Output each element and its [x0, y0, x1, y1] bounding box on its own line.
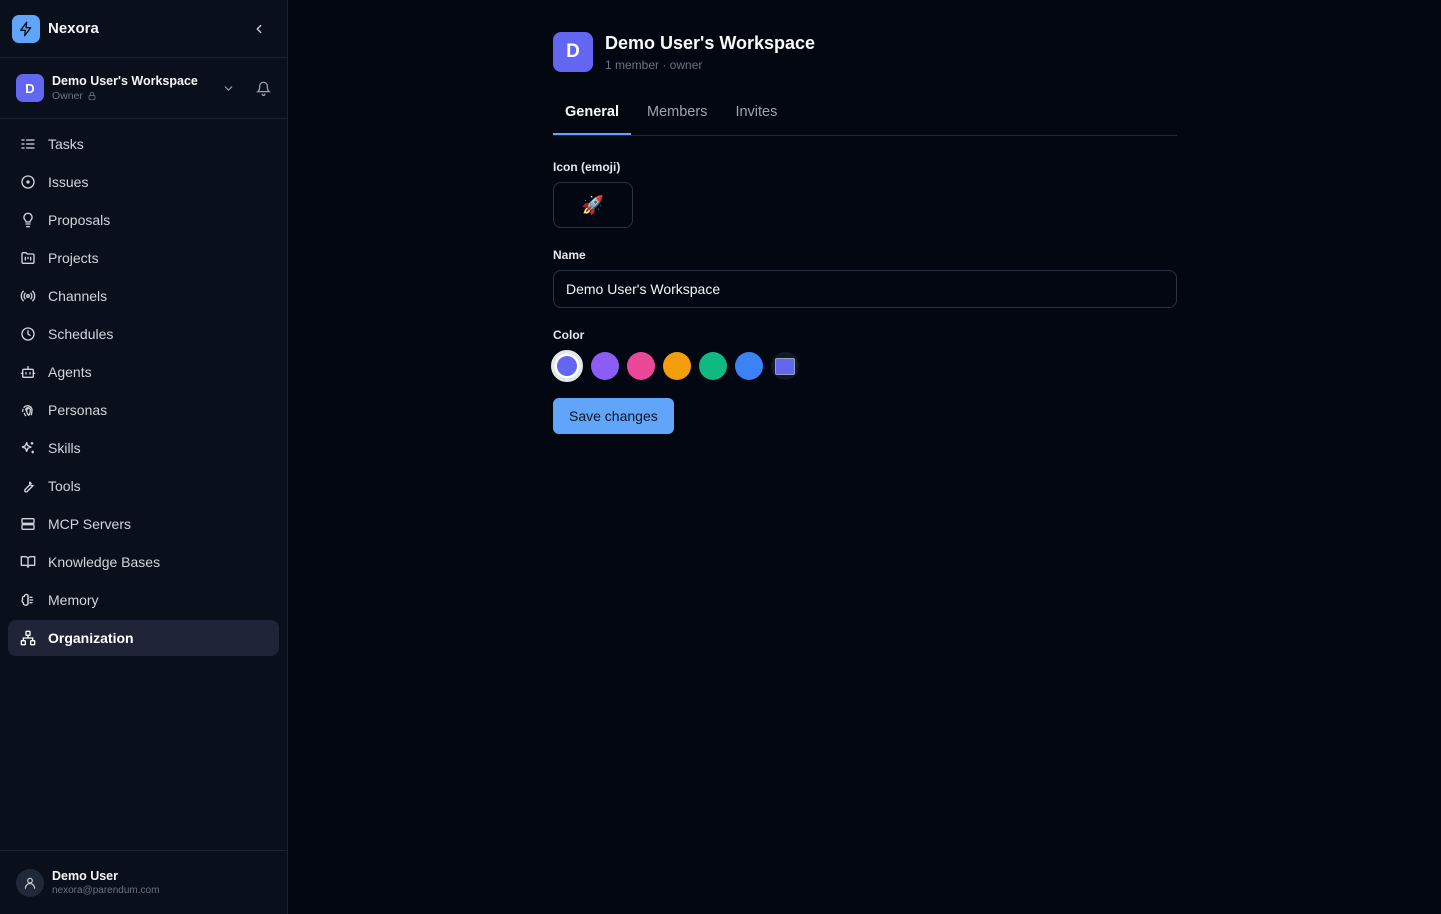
- sidebar-item-label: Skills: [48, 440, 81, 456]
- book-icon: [20, 554, 36, 570]
- clock-icon: [20, 326, 36, 342]
- sidebar-item-agents[interactable]: Agents: [8, 354, 279, 390]
- sidebar-item-label: Memory: [48, 592, 99, 608]
- sidebar-item-label: Personas: [48, 402, 108, 418]
- wrench-icon: [20, 478, 36, 494]
- sidebar-item-skills[interactable]: Skills: [8, 430, 279, 466]
- org-chart-icon: [20, 630, 36, 646]
- page-subtitle: 1 member · owner: [605, 57, 703, 72]
- sidebar-item-label: Knowledge Bases: [48, 554, 161, 570]
- app-name: Nexora: [48, 20, 99, 37]
- user-name: Demo User: [52, 869, 118, 883]
- sidebar-item-tools[interactable]: Tools: [8, 468, 279, 504]
- sidebar-item-organization[interactable]: Organization: [8, 620, 279, 656]
- sidebar-item-label: Schedules: [48, 326, 114, 342]
- user-profile[interactable]: Demo User nexora@parendum.com: [0, 850, 287, 914]
- custom-color-picker[interactable]: [771, 352, 799, 380]
- sidebar-item-channels[interactable]: Channels: [8, 278, 279, 314]
- workspace-role-row: Owner: [52, 90, 198, 102]
- sidebar-item-label: Agents: [48, 364, 92, 380]
- color-swatch-emerald[interactable]: [699, 352, 727, 380]
- issues-icon: [20, 174, 36, 190]
- lightning-icon: [12, 14, 40, 43]
- name-label: Name: [553, 248, 586, 262]
- user-icon: [24, 877, 36, 889]
- workspace-role: Owner: [52, 90, 83, 102]
- page-title: Demo User's Workspace: [605, 32, 816, 53]
- sparkles-icon: [20, 440, 36, 456]
- sidebar-item-projects[interactable]: Projects: [8, 240, 279, 276]
- color-swatches: [551, 350, 1177, 382]
- bot-icon: [20, 364, 36, 380]
- workspace-avatar-large: D: [553, 32, 593, 72]
- color-swatch-amber[interactable]: [663, 352, 691, 380]
- sidebar-item-schedules[interactable]: Schedules: [8, 316, 279, 352]
- sidebar-nav: Tasks Issues Proposals Projects Channels…: [0, 119, 287, 665]
- sidebar: Nexora D Demo User's Workspace Owner Tas…: [0, 0, 288, 914]
- sidebar-item-label: Tasks: [48, 136, 84, 152]
- sidebar-item-issues[interactable]: Issues: [8, 164, 279, 200]
- bell-icon: [255, 81, 271, 96]
- color-swatch-pink[interactable]: [627, 352, 655, 380]
- tasks-icon: [20, 136, 36, 152]
- collapse-sidebar-button[interactable]: [249, 19, 269, 39]
- sidebar-item-label: Channels: [48, 288, 108, 304]
- color-section: Color: [551, 328, 1177, 382]
- sidebar-item-label: Issues: [48, 174, 89, 190]
- chevron-left-icon: [256, 24, 262, 34]
- notifications-button[interactable]: [253, 78, 273, 98]
- workspace-avatar: D: [16, 74, 44, 102]
- color-label: Color: [553, 328, 585, 342]
- color-swatch-indigo[interactable]: [551, 350, 583, 382]
- broadcast-icon: [20, 288, 36, 304]
- main-content: D Demo User's Workspace 1 member · owner…: [551, 32, 1177, 434]
- color-swatch-blue[interactable]: [735, 352, 763, 380]
- emoji-picker-button[interactable]: 🚀: [553, 182, 633, 228]
- page-header: D Demo User's Workspace 1 member · owner: [553, 32, 1177, 72]
- sidebar-item-label: Tools: [48, 478, 81, 494]
- workspace-switcher[interactable]: D Demo User's Workspace Owner: [0, 58, 287, 119]
- save-button[interactable]: Save changes: [553, 398, 674, 434]
- tab-invites[interactable]: Invites: [723, 100, 789, 135]
- color-preview: [775, 357, 795, 375]
- sidebar-item-personas[interactable]: Personas: [8, 392, 279, 428]
- sidebar-item-label: MCP Servers: [48, 516, 131, 532]
- lightbulb-icon: [20, 212, 36, 228]
- brand-bar: Nexora: [0, 0, 287, 58]
- sidebar-item-label: Projects: [48, 250, 99, 266]
- sidebar-item-knowledge-bases[interactable]: Knowledge Bases: [8, 544, 279, 580]
- projects-icon: [20, 250, 36, 266]
- lock-icon: [88, 91, 96, 101]
- sidebar-item-label: Organization: [48, 630, 134, 646]
- sidebar-item-label: Proposals: [48, 212, 111, 228]
- fingerprint-icon: [20, 402, 36, 418]
- icon-label: Icon (emoji): [553, 160, 621, 174]
- user-avatar: [16, 868, 44, 897]
- color-swatch-violet[interactable]: [591, 352, 619, 380]
- chevron-down-icon: [224, 85, 232, 91]
- tab-bar: General Members Invites: [553, 100, 1177, 136]
- icon-section: Icon (emoji) 🚀: [553, 160, 1177, 228]
- tab-general[interactable]: General: [553, 100, 631, 135]
- name-section: Name: [553, 248, 1177, 308]
- sidebar-item-mcp-servers[interactable]: MCP Servers: [8, 506, 279, 542]
- user-email: nexora@parendum.com: [52, 885, 160, 896]
- server-icon: [20, 516, 36, 532]
- tab-members[interactable]: Members: [635, 100, 719, 135]
- workspace-dropdown-button[interactable]: [219, 79, 237, 97]
- sidebar-item-tasks[interactable]: Tasks: [8, 126, 279, 162]
- sidebar-item-memory[interactable]: Memory: [8, 582, 279, 618]
- workspace-name-input[interactable]: [553, 270, 1177, 308]
- brain-icon: [20, 592, 36, 608]
- workspace-name: Demo User's Workspace: [52, 74, 198, 88]
- sidebar-item-proposals[interactable]: Proposals: [8, 202, 279, 238]
